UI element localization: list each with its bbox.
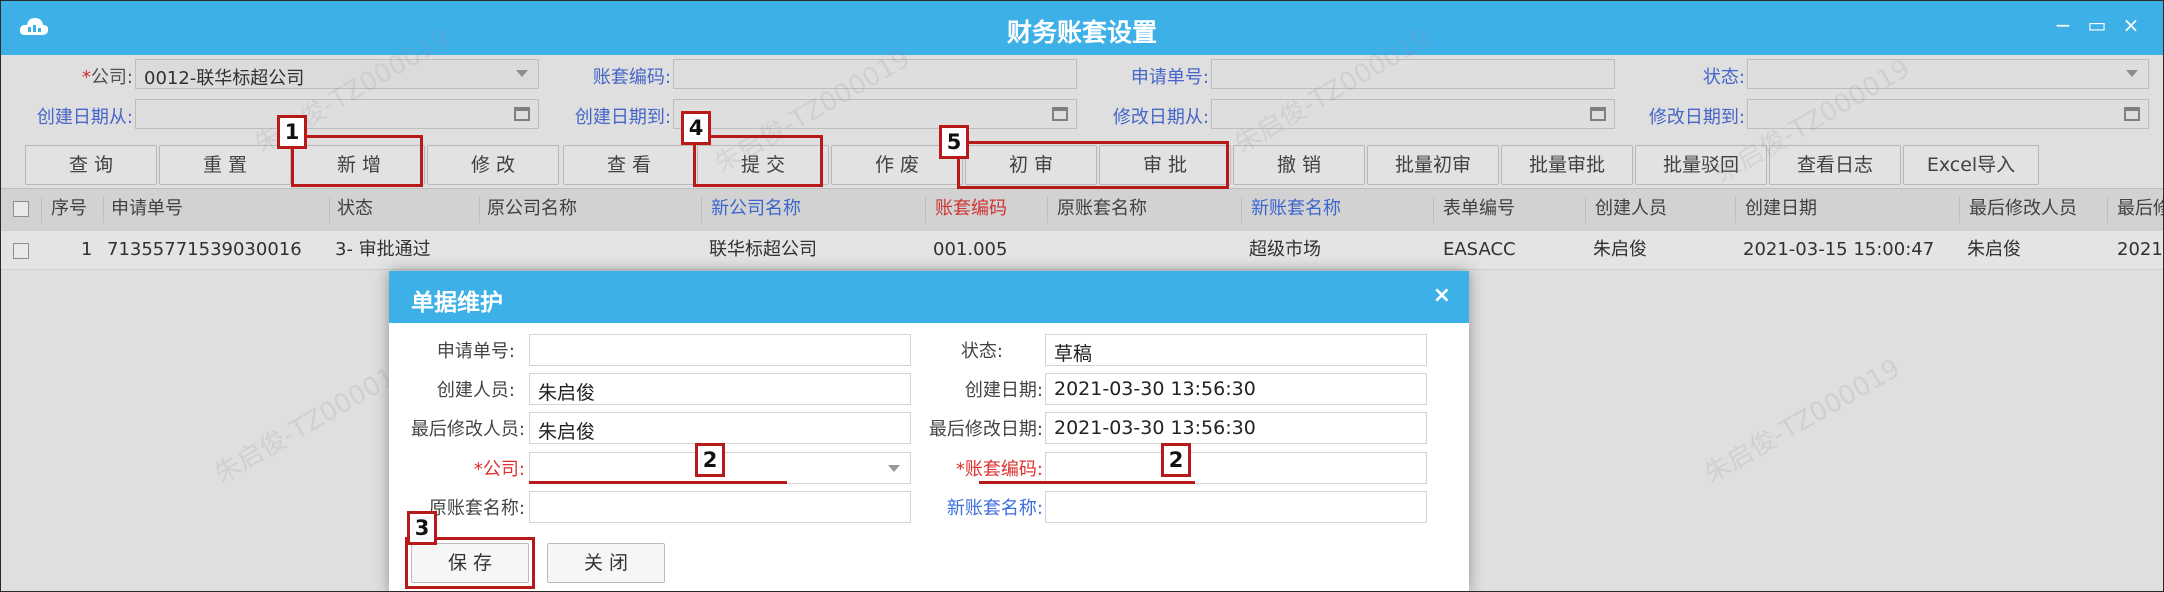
annotation-badge: 2 (695, 443, 725, 477)
company-label: *公司: (473, 459, 525, 480)
apply-no-input[interactable] (529, 334, 911, 366)
new-account-name-label: 新账套名称: (946, 498, 1043, 519)
annotation-badge: 4 (681, 111, 711, 145)
last-modified-date-label: 最后修改日期: (928, 419, 1043, 440)
window-title: 财务账套设置 (1006, 18, 1157, 47)
close-icon[interactable]: × (1433, 283, 1451, 308)
dialog-header: 单据维护 × (389, 271, 1469, 323)
dialog-title: 单据维护 (411, 290, 503, 316)
minimize-icon[interactable]: − (2049, 13, 2077, 37)
created-date-label: 创建日期: (964, 380, 1043, 401)
creator-label: 创建人员: (436, 380, 515, 401)
account-code-input[interactable] (1045, 452, 1427, 484)
annotation-box (693, 135, 823, 187)
annotation-underline (529, 481, 787, 484)
main-window: 财务账套设置 − ▭ × *公司: 0012-联华标超公司 账套编码: 申请单号… (0, 0, 2164, 592)
annotation-badge: 1 (277, 115, 307, 149)
apply-no-label: 申请单号: (436, 341, 515, 362)
document-maintenance-dialog: 单据维护 × 申请单号: 状态: 草稿 创建人员: 朱启俊 创建日期: 2021… (389, 271, 1469, 591)
close-window-icon[interactable]: × (2117, 13, 2145, 37)
annotation-badge: 2 (1161, 443, 1191, 477)
annotation-box (291, 135, 423, 187)
annotation-box (957, 141, 1229, 189)
annotation-underline (979, 481, 1195, 484)
last-modified-date-input[interactable]: 2021-03-30 13:56:30 (1045, 412, 1427, 444)
chevron-down-icon (888, 465, 900, 472)
title-bar: 财务账套设置 − ▭ × (1, 1, 2163, 55)
restore-icon[interactable]: ▭ (2083, 13, 2111, 37)
last-modifier-input[interactable]: 朱启俊 (529, 412, 911, 444)
orig-account-name-input[interactable] (529, 491, 911, 523)
annotation-badge: 3 (407, 511, 437, 545)
last-modifier-label: 最后修改人员: (410, 419, 525, 440)
creator-input[interactable]: 朱启俊 (529, 373, 911, 405)
new-account-name-input[interactable] (1045, 491, 1427, 523)
status-label: 状态: (960, 341, 1003, 362)
account-code-label: *账套编码: (955, 459, 1043, 480)
close-button[interactable]: 关 闭 (547, 543, 665, 583)
created-date-input[interactable]: 2021-03-30 13:56:30 (1045, 373, 1427, 405)
status-input[interactable]: 草稿 (1045, 334, 1427, 366)
annotation-badge: 5 (939, 125, 969, 159)
